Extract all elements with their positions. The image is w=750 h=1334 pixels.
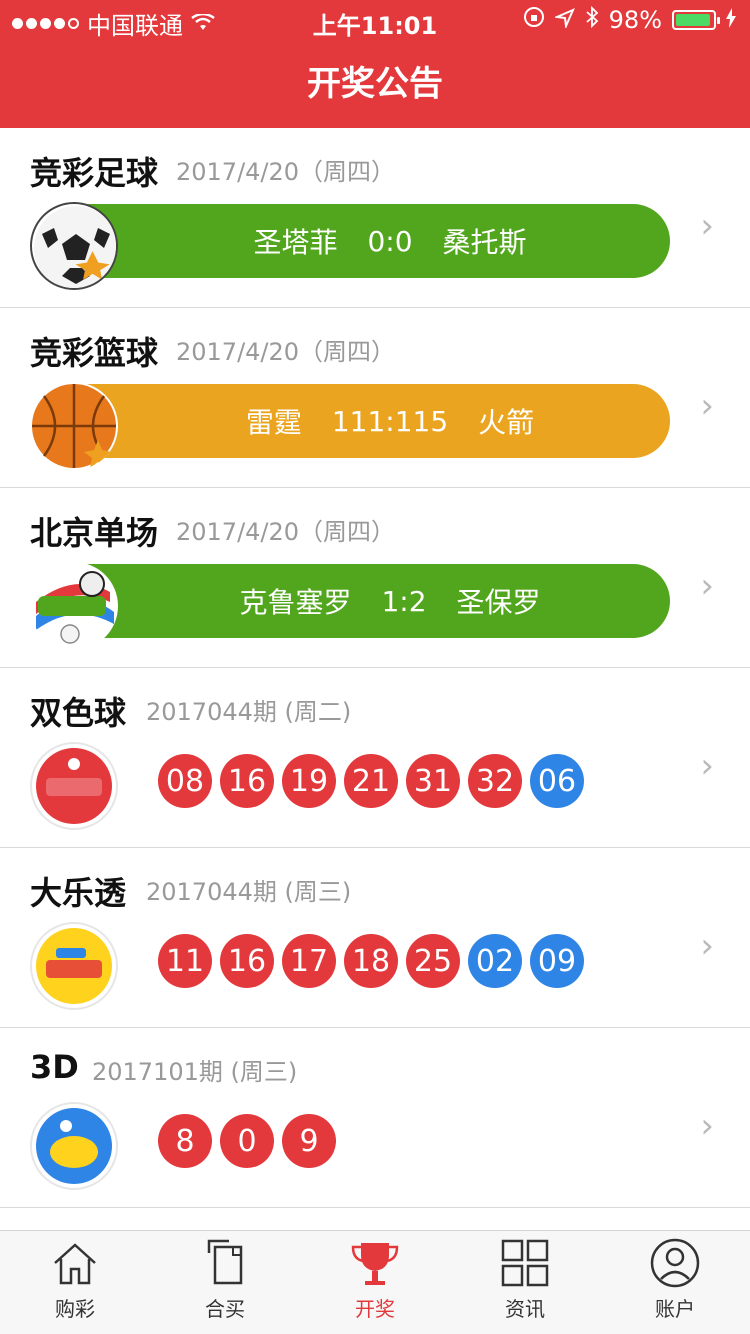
trophy-icon	[351, 1243, 399, 1285]
red-ball: 8	[158, 1114, 212, 1168]
home-team: 雷霆	[245, 406, 302, 439]
red-ball: 08	[158, 754, 212, 808]
daletou-logo	[30, 922, 118, 1010]
list-item-beijing-single[interactable]: 北京单场 2017/4/20（周四） 克鲁塞罗 1:2 圣保罗 ›	[0, 488, 750, 668]
status-bar: 中国联通 上午11:01 98%	[0, 0, 750, 40]
match-bar: 克鲁塞罗 1:2 圣保罗	[70, 564, 670, 638]
blue-ball: 06	[530, 754, 584, 808]
red-ball: 31	[406, 754, 460, 808]
tab-buy[interactable]: 购彩	[0, 1231, 150, 1334]
red-ball: 11	[158, 934, 212, 988]
match-bar: 雷霆 111:115 火箭	[70, 384, 670, 458]
red-ball: 21	[344, 754, 398, 808]
red-ball: 19	[282, 754, 336, 808]
3d-logo	[30, 1102, 118, 1190]
tab-news[interactable]: 资讯	[450, 1231, 600, 1334]
item-title: 双色球	[30, 694, 127, 732]
tab-bar: 购彩 合买 开奖 资讯 账户	[0, 1230, 750, 1334]
ball-row: 8 0 9	[158, 1114, 336, 1168]
red-ball: 16	[220, 754, 274, 808]
red-ball: 25	[406, 934, 460, 988]
away-team: 火箭	[478, 406, 535, 439]
soccer-ball-icon	[30, 202, 118, 290]
tab-account[interactable]: 账户	[600, 1231, 750, 1334]
blue-ball: 02	[468, 934, 522, 988]
charging-icon	[726, 6, 736, 34]
item-title: 竞彩足球	[30, 154, 159, 192]
item-date: 2017/4/20（周四）	[176, 158, 396, 186]
red-ball: 0	[220, 1114, 274, 1168]
item-date: 2017/4/20（周四）	[176, 338, 396, 366]
list-item-jingcai-football[interactable]: 竞彩足球 2017/4/20（周四） 圣塔菲 0:0 桑托斯 ›	[0, 128, 750, 308]
beijing-single-logo	[30, 562, 118, 650]
chevron-right-icon: ›	[700, 386, 714, 426]
red-ball: 18	[344, 934, 398, 988]
tab-label: 购彩	[55, 1297, 95, 1321]
list-item-daletou[interactable]: 大乐透 2017044期 (周三) 11 16 17 18 25 02 09 ›	[0, 848, 750, 1028]
list-item-3d[interactable]: 3D 2017101期 (周三) 8 0 9 ›	[0, 1028, 750, 1208]
red-ball: 16	[220, 934, 274, 988]
tab-label: 开奖	[355, 1297, 395, 1321]
item-title: 竞彩篮球	[30, 334, 159, 372]
score: 1:2	[381, 584, 427, 618]
match-bar: 圣塔菲 0:0 桑托斯	[70, 204, 670, 278]
home-icon	[54, 1243, 96, 1285]
red-ball: 32	[468, 754, 522, 808]
lottery-list: 竞彩足球 2017/4/20（周四） 圣塔菲 0:0 桑托斯 › 竞彩篮球 20…	[0, 128, 750, 1208]
chevron-right-icon: ›	[700, 206, 714, 246]
home-team: 圣塔菲	[253, 226, 338, 259]
item-date: 2017101期 (周三)	[92, 1058, 298, 1086]
away-team: 圣保罗	[456, 586, 541, 619]
item-date: 2017044期 (周三)	[146, 878, 352, 906]
tab-label: 账户	[655, 1297, 695, 1321]
item-title: 3D	[30, 1048, 79, 1086]
location-icon	[552, 6, 575, 34]
red-ball: 17	[282, 934, 336, 988]
grid-icon	[501, 1239, 549, 1287]
rotation-lock-icon	[523, 6, 545, 34]
battery-percent: 98%	[608, 6, 662, 34]
list-item-jingcai-basketball[interactable]: 竞彩篮球 2017/4/20（周四） 雷霆 111:115 火箭 ›	[0, 308, 750, 488]
blue-ball: 09	[530, 934, 584, 988]
shuangseqiu-logo	[30, 742, 118, 830]
ball-row: 11 16 17 18 25 02 09	[158, 934, 584, 988]
basketball-icon	[30, 382, 118, 470]
away-team: 桑托斯	[442, 226, 527, 259]
nav-bar: 开奖公告	[0, 40, 750, 128]
status-right: 98%	[523, 5, 736, 34]
item-title: 大乐透	[30, 874, 127, 912]
user-icon	[650, 1238, 700, 1288]
tab-group-buy[interactable]: 合买	[150, 1231, 300, 1334]
tab-label: 合买	[205, 1297, 245, 1321]
documents-icon	[207, 1239, 243, 1285]
list-item-shuangseqiu[interactable]: 双色球 2017044期 (周二) 08 16 19 21 31 32 06 ›	[0, 668, 750, 848]
chevron-right-icon: ›	[700, 566, 714, 606]
item-title: 北京单场	[30, 514, 159, 552]
chevron-right-icon: ›	[700, 926, 714, 966]
red-ball: 9	[282, 1114, 336, 1168]
home-team: 克鲁塞罗	[239, 586, 352, 619]
bluetooth-icon	[585, 5, 599, 34]
item-date: 2017/4/20（周四）	[176, 518, 396, 546]
score: 111:115	[331, 404, 449, 438]
battery-icon	[672, 10, 720, 30]
chevron-right-icon: ›	[700, 746, 714, 786]
page-title: 开奖公告	[307, 64, 443, 104]
item-date: 2017044期 (周二)	[146, 698, 352, 726]
chevron-right-icon: ›	[700, 1106, 714, 1146]
tab-label: 资讯	[505, 1297, 545, 1321]
score: 0:0	[367, 224, 413, 258]
tab-draw[interactable]: 开奖	[300, 1231, 450, 1334]
ball-row: 08 16 19 21 31 32 06	[158, 754, 584, 808]
